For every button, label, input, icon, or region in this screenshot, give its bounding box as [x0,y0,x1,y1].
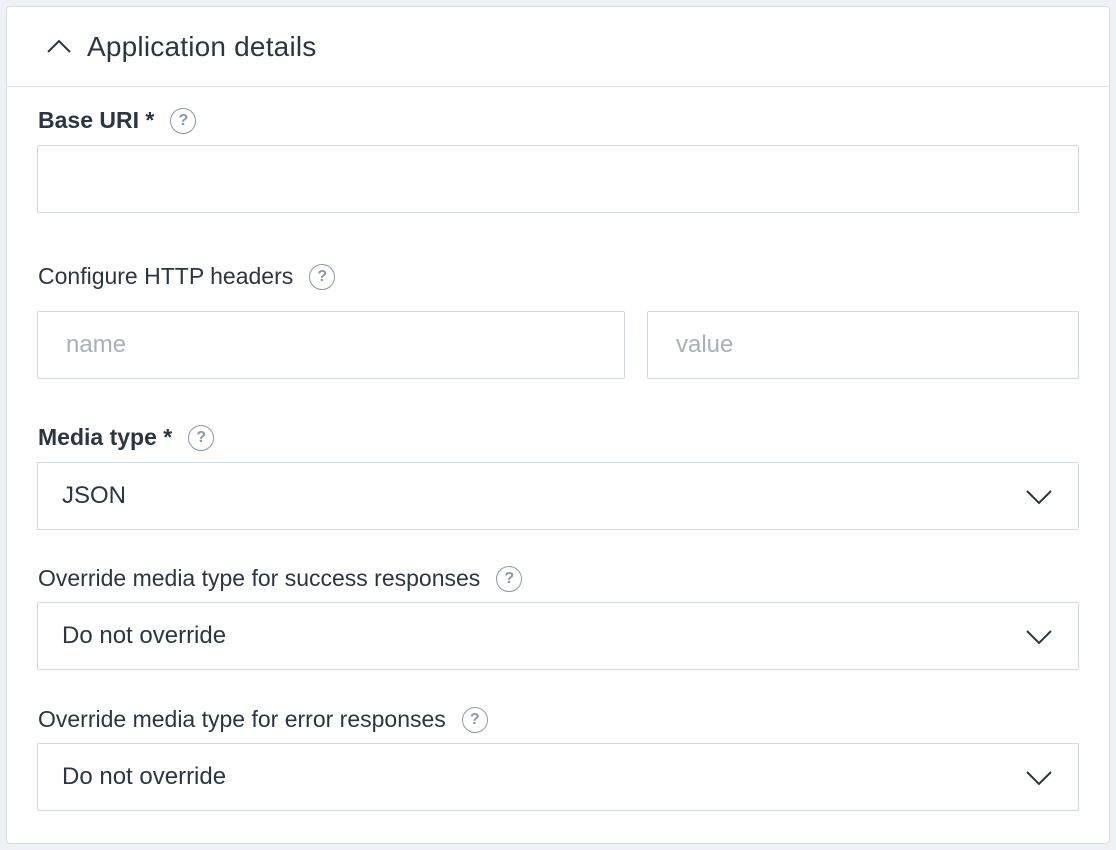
media-type-select[interactable]: JSON [37,462,1079,530]
http-headers-label: Configure HTTP headers ? [38,263,336,290]
media-type-label-text: Media type * [38,424,173,450]
error-override-label-text: Override media type for error responses [38,706,446,732]
base-uri-input[interactable] [37,145,1079,213]
chevron-up-icon[interactable] [45,33,73,61]
header-name-input[interactable] [37,311,625,379]
help-icon[interactable]: ? [309,263,336,290]
help-icon[interactable]: ? [496,565,523,592]
chevron-down-icon [1026,630,1052,645]
media-type-value: JSON [62,482,127,509]
section-title: Application details [87,30,317,62]
success-override-label-text: Override media type for success response… [38,565,481,591]
header-value-input[interactable] [647,311,1079,379]
chevron-down-icon [1026,771,1052,786]
error-override-label: Override media type for error responses … [38,706,488,733]
help-icon[interactable]: ? [461,706,488,733]
success-override-select[interactable]: Do not override [37,602,1079,670]
error-override-value: Do not override [62,763,227,790]
http-headers-label-text: Configure HTTP headers [38,263,294,289]
chevron-down-icon [1026,490,1052,505]
media-type-label: Media type * ? [38,424,215,451]
help-icon[interactable]: ? [170,107,197,134]
base-uri-label: Base URI * ? [38,107,197,134]
base-uri-label-text: Base URI * [38,107,155,133]
help-icon[interactable]: ? [188,424,215,451]
error-override-select[interactable]: Do not override [37,743,1079,811]
section-header[interactable]: Application details [7,7,1109,87]
application-details-panel: Application details Base URI * ? Configu… [6,6,1110,844]
success-override-value: Do not override [62,622,227,649]
success-override-label: Override media type for success response… [38,565,523,592]
